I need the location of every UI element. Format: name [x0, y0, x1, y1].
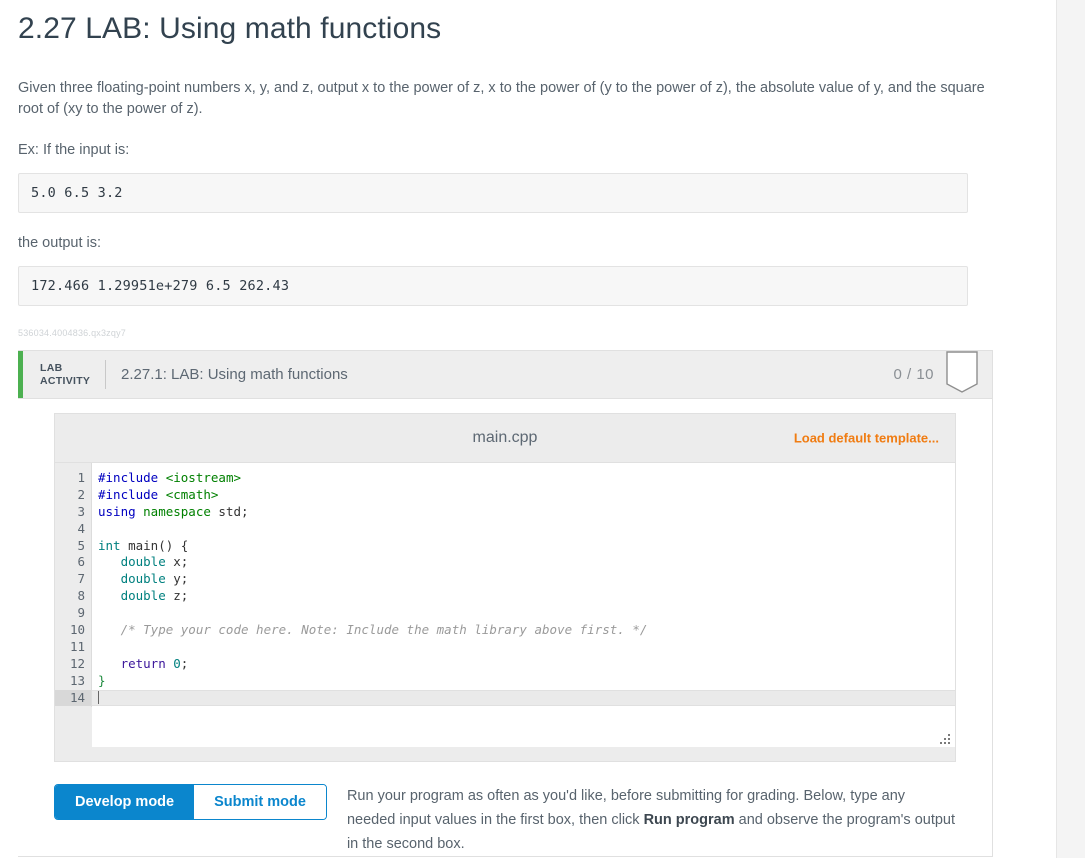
code-area[interactable]: 1 2 3 4 5 6 7 8 9 10 11 12 13 14 #include <iostream> #…: [55, 462, 955, 707]
code-token: main() {: [128, 537, 189, 553]
code-line[interactable]: [92, 689, 955, 707]
editor-blank-area[interactable]: [92, 707, 955, 747]
line-number: 12: [69, 655, 85, 671]
code-token: }: [98, 672, 106, 688]
code-line[interactable]: using namespace std;: [92, 504, 955, 521]
line-number: 2: [77, 486, 85, 502]
line-number-gutter: 1 2 3 4 5 6 7 8 9 10 11 12 13 14: [55, 463, 92, 707]
code-token: #include: [98, 470, 166, 485]
code-line[interactable]: #include <cmath>: [92, 487, 955, 504]
code-line[interactable]: /* Type your code here. Note: Include th…: [92, 622, 955, 639]
example-output-label: the output is:: [18, 235, 102, 251]
editor-footer-strip: [55, 747, 955, 761]
code-token: using: [98, 503, 144, 519]
line-number: 14: [55, 689, 91, 707]
lab-activity-card: LAB ACTIVITY 2.27.1: LAB: Using math fun…: [18, 350, 993, 857]
code-token: <iostream>: [165, 470, 241, 485]
line-number: 7: [77, 571, 85, 587]
example-output-box: 172.466 1.29951e+279 6.5 262.43: [18, 266, 968, 306]
text-cursor: [98, 690, 99, 704]
file-name-label: main.cpp: [472, 429, 538, 446]
mode-toggle-group[interactable]: Develop mode Submit mode: [54, 784, 327, 820]
line-number: 9: [77, 605, 85, 621]
load-default-template-button[interactable]: Load default template...: [794, 431, 939, 446]
line-number: 10: [69, 622, 85, 638]
line-number: 3: [77, 503, 85, 519]
code-token: <cmath>: [165, 486, 219, 502]
example-input-box: 5.0 6.5 3.2: [18, 173, 968, 213]
lab-description: Given three floating-point numbers x, y,…: [18, 80, 985, 117]
code-token: namespace: [143, 503, 219, 519]
mode-row: Develop mode Submit mode Run your progra…: [54, 784, 956, 856]
code-line[interactable]: [92, 639, 955, 656]
code-token: return: [98, 655, 174, 671]
activity-id-code: 536034.4004836.qx3zqy7: [18, 328, 126, 338]
code-token: double: [98, 571, 174, 587]
code-line[interactable]: }: [92, 673, 955, 690]
page-title: 2.27 LAB: Using math functions: [18, 12, 442, 45]
line-number: 4: [77, 520, 85, 536]
submit-mode-button[interactable]: Submit mode: [194, 785, 326, 819]
code-token: ;: [180, 655, 189, 671]
code-line[interactable]: double y;: [92, 571, 955, 588]
code-token: double: [98, 588, 174, 604]
lab-score: 0 / 10: [893, 366, 934, 383]
code-token: double: [98, 554, 174, 570]
code-line[interactable]: [92, 605, 955, 622]
page-right-margin: [1056, 0, 1085, 858]
code-line[interactable]: [92, 521, 955, 538]
example-input-label: Ex: If the input is:: [18, 142, 130, 158]
line-number: 13: [69, 672, 85, 688]
develop-mode-button[interactable]: Develop mode: [55, 785, 195, 819]
code-token: int: [98, 537, 129, 553]
lab-badge-line-2: ACTIVITY: [40, 374, 91, 387]
code-token: z;: [173, 588, 189, 604]
code-token: std;: [218, 503, 249, 519]
code-token: x;: [173, 554, 189, 570]
run-program-emphasis: Run program: [643, 812, 735, 828]
resize-grip-icon[interactable]: [940, 732, 951, 744]
code-editor: main.cpp Load default template... 123456…: [54, 413, 956, 762]
line-number: 5: [77, 537, 85, 553]
page-root: 2.27 LAB: Using math functions Given thr…: [0, 0, 1056, 858]
code-line[interactable]: int main() {: [92, 538, 955, 555]
lab-badge-line-1: LAB: [40, 361, 63, 374]
mode-description: Run your program as often as you'd like,…: [347, 784, 956, 856]
code-line[interactable]: return 0;: [92, 656, 955, 673]
code-line[interactable]: double x;: [92, 554, 955, 571]
code-text[interactable]: #include <iostream> #include <cmath> using…: [92, 463, 955, 707]
code-line[interactable]: #include <iostream>: [92, 470, 955, 487]
bookmark-icon[interactable]: [946, 351, 978, 398]
editor-file-bar: main.cpp Load default template...: [55, 414, 955, 462]
code-token: 0: [173, 655, 181, 671]
line-number: 11: [69, 638, 85, 654]
code-token: /* Type your code here. Note: Include th…: [98, 622, 648, 638]
lab-activity-title: 2.27.1: LAB: Using math functions: [121, 366, 348, 383]
code-token: y;: [173, 571, 189, 587]
lab-activity-header: LAB ACTIVITY 2.27.1: LAB: Using math fun…: [18, 351, 992, 399]
line-number: 8: [77, 588, 85, 604]
line-number: 6: [77, 554, 85, 570]
lab-description-section: 2.27 LAB: Using math functions Given thr…: [0, 10, 1056, 338]
code-line[interactable]: double z;: [92, 588, 955, 605]
line-number: 1: [77, 470, 85, 485]
code-token: #include: [98, 486, 166, 502]
lab-activity-badge: LAB ACTIVITY: [23, 351, 105, 398]
